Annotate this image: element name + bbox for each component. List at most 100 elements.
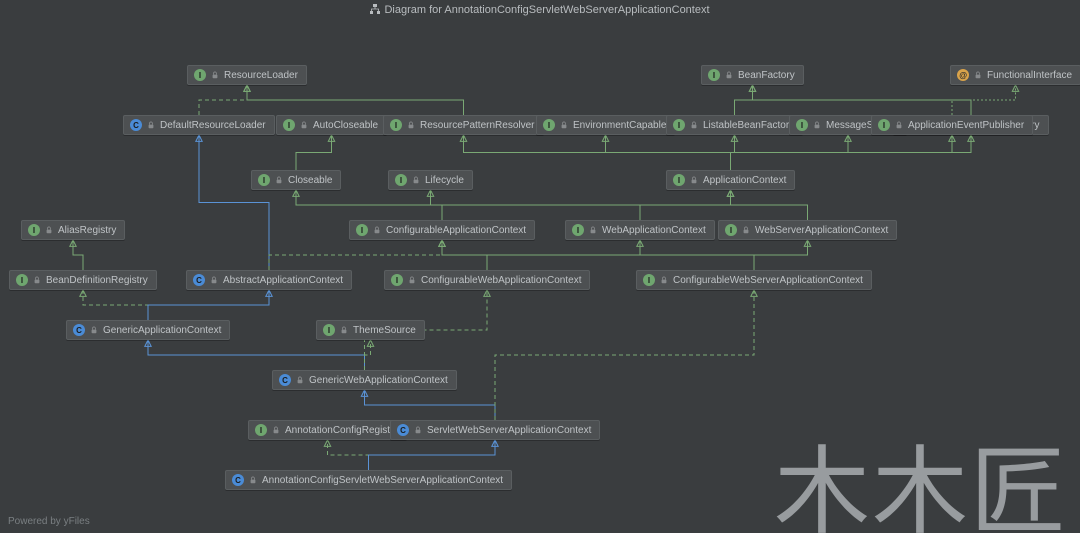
edge bbox=[952, 85, 1016, 115]
node-FunctionalInterface[interactable]: @ FunctionalInterface bbox=[950, 65, 1080, 85]
type-icon: I bbox=[283, 119, 295, 131]
type-icon: C bbox=[130, 119, 142, 131]
type-icon: I bbox=[390, 119, 402, 131]
node-ResourcePatternResolver[interactable]: I ResourcePatternResolver bbox=[383, 115, 544, 135]
type-icon: C bbox=[73, 324, 85, 336]
footer-credit: Powered by yFiles bbox=[8, 516, 90, 527]
type-icon: I bbox=[673, 119, 685, 131]
node-label: ThemeSource bbox=[353, 325, 416, 336]
node-AutoCloseable[interactable]: I AutoCloseable bbox=[276, 115, 387, 135]
type-icon: I bbox=[708, 69, 720, 81]
edge bbox=[731, 135, 849, 170]
type-icon: I bbox=[673, 174, 685, 186]
node-AnnotationConfigServletWebServerApplicationContext[interactable]: CAnnotationConfigServletWebServerApplica… bbox=[225, 470, 512, 490]
node-EnvironmentCapable[interactable]: I EnvironmentCapable bbox=[536, 115, 675, 135]
node-label: ApplicationContext bbox=[703, 175, 786, 186]
node-label: ServletWebServerApplicationContext bbox=[427, 425, 591, 436]
node-DefaultResourceLoader[interactable]: C DefaultResourceLoader bbox=[123, 115, 275, 135]
node-Lifecycle[interactable]: I Lifecycle bbox=[388, 170, 473, 190]
node-label: ResourceLoader bbox=[224, 70, 298, 81]
node-label: Lifecycle bbox=[425, 175, 464, 186]
node-label: ConfigurableWebServerApplicationContext bbox=[673, 275, 863, 286]
page-title: Diagram for AnnotationConfigServletWebSe… bbox=[0, 4, 1080, 16]
type-icon: C bbox=[193, 274, 205, 286]
edge bbox=[296, 135, 332, 170]
edge bbox=[73, 240, 83, 270]
node-WebApplicationContext[interactable]: I WebApplicationContext bbox=[565, 220, 715, 240]
type-icon: I bbox=[395, 174, 407, 186]
type-icon: I bbox=[323, 324, 335, 336]
edge bbox=[731, 135, 953, 170]
type-icon: I bbox=[255, 424, 267, 436]
node-label: ListableBeanFactory bbox=[703, 120, 794, 131]
edge bbox=[487, 240, 640, 270]
diagram-icon bbox=[370, 4, 380, 14]
node-ApplicationContext[interactable]: I ApplicationContext bbox=[666, 170, 795, 190]
node-ApplicationEventPublisher[interactable]: IApplicationEventPublisher bbox=[871, 115, 1033, 135]
type-icon: C bbox=[279, 374, 291, 386]
edge bbox=[247, 85, 464, 115]
node-label: WebServerApplicationContext bbox=[755, 225, 888, 236]
type-icon: I bbox=[258, 174, 270, 186]
type-icon: I bbox=[356, 224, 368, 236]
node-ThemeSource[interactable]: I ThemeSource bbox=[316, 320, 425, 340]
node-label: GenericWebApplicationContext bbox=[309, 375, 448, 386]
edge bbox=[606, 135, 731, 170]
edge bbox=[754, 240, 808, 270]
node-label: AnnotationConfigRegistry bbox=[285, 425, 398, 436]
node-GenericApplicationContext[interactable]: C GenericApplicationContext bbox=[66, 320, 230, 340]
edge bbox=[365, 390, 496, 420]
edge bbox=[199, 135, 269, 270]
edge bbox=[735, 85, 753, 115]
edge bbox=[148, 340, 365, 370]
edge bbox=[148, 290, 269, 320]
edge bbox=[731, 190, 808, 220]
edge bbox=[442, 240, 487, 270]
type-icon: @ bbox=[957, 69, 969, 81]
node-AbstractApplicationContext[interactable]: C AbstractApplicationContext bbox=[186, 270, 352, 290]
type-icon: I bbox=[725, 224, 737, 236]
node-BeanFactory[interactable]: I BeanFactory bbox=[701, 65, 804, 85]
node-ConfigurableApplicationContext[interactable]: IConfigurableApplicationContext bbox=[349, 220, 535, 240]
type-icon: I bbox=[543, 119, 555, 131]
type-icon: I bbox=[16, 274, 28, 286]
node-BeanDefinitionRegistry[interactable]: I BeanDefinitionRegistry bbox=[9, 270, 157, 290]
edge bbox=[640, 190, 731, 220]
node-Closeable[interactable]: I Closeable bbox=[251, 170, 341, 190]
node-ConfigurableWebServerApplicationContext[interactable]: IConfigurableWebServerApplicationContext bbox=[636, 270, 872, 290]
node-label: BeanDefinitionRegistry bbox=[46, 275, 148, 286]
edge bbox=[442, 240, 754, 270]
node-WebServerApplicationContext[interactable]: I WebServerApplicationContext bbox=[718, 220, 897, 240]
node-label: EnvironmentCapable bbox=[573, 120, 666, 131]
node-GenericWebApplicationContext[interactable]: C GenericWebApplicationContext bbox=[272, 370, 457, 390]
type-icon: I bbox=[391, 274, 403, 286]
type-icon: C bbox=[397, 424, 409, 436]
node-AliasRegistry[interactable]: IAliasRegistry bbox=[21, 220, 125, 240]
node-label: Closeable bbox=[288, 175, 332, 186]
node-label: ResourcePatternResolver bbox=[420, 120, 535, 131]
watermark: 木木匠 bbox=[774, 414, 1068, 533]
node-label: ConfigurableWebApplicationContext bbox=[421, 275, 581, 286]
node-AnnotationConfigRegistry[interactable]: I AnnotationConfigRegistry bbox=[248, 420, 407, 440]
node-label: FunctionalInterface bbox=[987, 70, 1072, 81]
node-ListableBeanFactory[interactable]: I ListableBeanFactory bbox=[666, 115, 803, 135]
edge bbox=[269, 240, 442, 270]
node-label: GenericApplicationContext bbox=[103, 325, 221, 336]
node-ConfigurableWebApplicationContext[interactable]: I ConfigurableWebApplicationContext bbox=[384, 270, 590, 290]
type-icon: I bbox=[572, 224, 584, 236]
node-label: ApplicationEventPublisher bbox=[908, 120, 1024, 131]
edge bbox=[199, 85, 247, 115]
edge bbox=[731, 135, 735, 170]
node-label: DefaultResourceLoader bbox=[160, 120, 266, 131]
node-label: AbstractApplicationContext bbox=[223, 275, 343, 286]
edge bbox=[296, 190, 442, 220]
edge bbox=[328, 440, 369, 470]
node-ServletWebServerApplicationContext[interactable]: C ServletWebServerApplicationContext bbox=[390, 420, 600, 440]
node-label: WebApplicationContext bbox=[602, 225, 706, 236]
node-ResourceLoader[interactable]: IResourceLoader bbox=[187, 65, 307, 85]
edge bbox=[431, 190, 443, 220]
node-label: AnnotationConfigServletWebServerApplicat… bbox=[262, 475, 503, 486]
node-label: AliasRegistry bbox=[58, 225, 116, 236]
node-label: BeanFactory bbox=[738, 70, 795, 81]
node-label: AutoCloseable bbox=[313, 120, 378, 131]
